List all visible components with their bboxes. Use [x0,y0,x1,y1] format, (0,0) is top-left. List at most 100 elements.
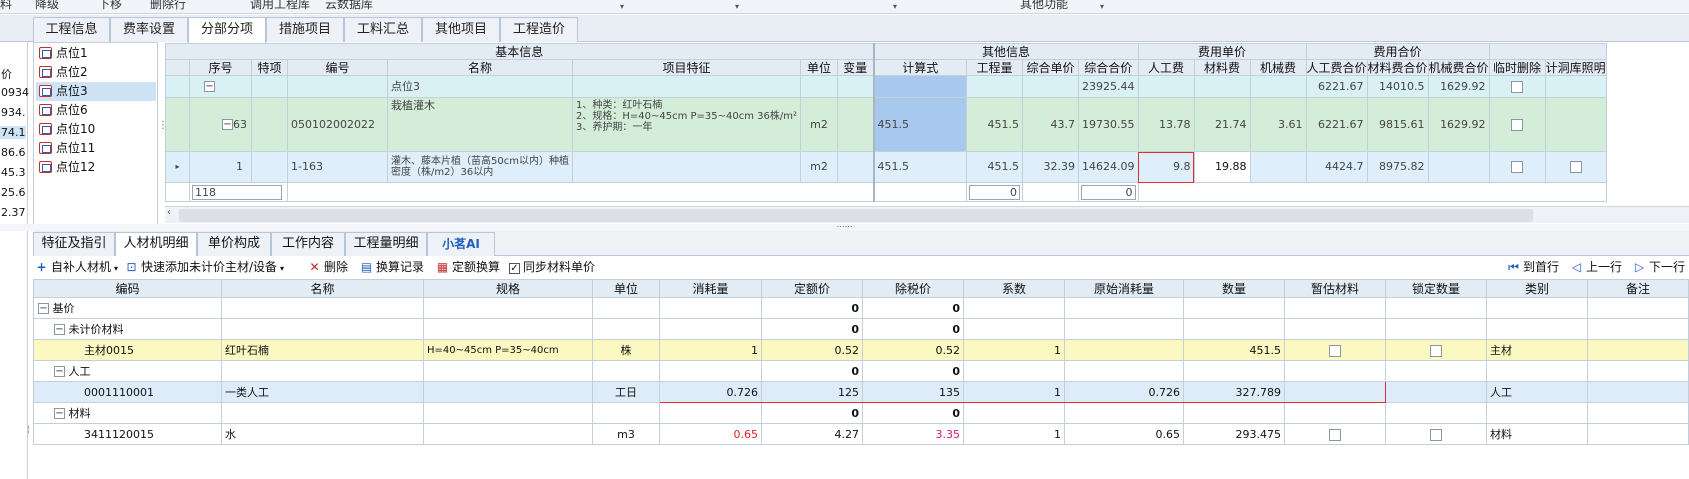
tree-item-selected[interactable]: 点位3 [36,82,156,101]
collapse-icon[interactable]: − [54,324,65,335]
chevron-down-icon[interactable]: ▾ [893,2,897,11]
quota-convert-button[interactable]: ▦ 定额换算 [436,258,500,276]
consume-cell[interactable]: 1 [659,339,762,361]
quota-cell[interactable]: 125 [761,381,863,403]
table-row-item[interactable]: −63 050102002022 栽植灌木 1、种类：红叶石楠 2、规格：H=4… [165,97,1607,152]
code-cell[interactable]: 050102002022 [287,97,388,152]
col-header-lock-quantity[interactable]: 锁定数量 [1385,279,1487,298]
table-row-material[interactable]: 主材0015 红叶石楠 H=40~45cm P=35~40cm 株 1 0.52… [33,339,1689,361]
first-row-button[interactable]: ⏮ 到首行 [1507,258,1559,276]
cat-cell[interactable]: 主材 [1486,339,1588,361]
remark-cell[interactable] [1587,423,1689,445]
col-header-spec[interactable]: 规格 [423,279,593,298]
col-header-variable[interactable]: 变量 [837,59,875,76]
tree-item[interactable]: 点位11 [36,139,156,158]
col-header-unit-price[interactable]: 综合单价 [1022,59,1080,76]
consume-cell[interactable]: 0.726 [659,381,762,403]
tab-unit-price-composition[interactable]: 单价构成 [197,232,271,256]
consume-cell[interactable]: 0.65 [659,423,762,445]
tree-item[interactable]: 点位1 [36,44,156,63]
collapse-icon[interactable]: − [54,366,65,377]
tab-rate-settings[interactable]: 费率设置 [110,17,188,42]
feature-cell[interactable]: 1、种类：红叶石楠 2、规格：H=40~45cm P=35~40cm 36株/m… [571,97,802,152]
remark-cell[interactable] [1587,381,1689,403]
quota-cell[interactable]: 4.27 [761,423,863,445]
col-header-temp-delete[interactable]: 临时删除 [1488,59,1546,76]
tab-work-content[interactable]: 工作内容 [271,232,345,256]
col-header-special[interactable]: 特项 [251,59,288,76]
tab-ai-assistant[interactable]: 小茗AI [427,232,495,256]
col-header-quantity[interactable]: 数量 [1183,279,1285,298]
convert-record-button[interactable]: ▤ 换算记录 [360,258,424,276]
tab-material-summary[interactable]: 工料汇总 [344,17,422,42]
estimated-material-checkbox[interactable] [1329,428,1341,441]
tab-project-cost[interactable]: 工程造价 [500,17,578,42]
col-header-original-consumption[interactable]: 原始消耗量 [1064,279,1184,298]
summary-total-field[interactable]: 0 [1081,184,1136,200]
unit-cell[interactable]: m2 [800,97,839,152]
col-header-tunnel-lighting[interactable]: 计洞库照明 [1544,59,1607,76]
temp-delete-checkbox[interactable] [1511,118,1524,131]
name-cell[interactable]: 一类人工 [221,381,424,403]
toolbar-item-delete-row[interactable]: 删除行 [150,0,186,12]
notax-cell[interactable]: 135 [862,381,964,403]
spec-cell[interactable] [423,381,593,403]
collapse-icon[interactable]: − [222,119,233,130]
col-header-consumption[interactable]: 消耗量 [659,279,762,298]
name-cell[interactable]: 灌木、藤本片植（苗高50cm以内）种植密度（株/m2）36以内 [387,151,573,183]
quota-cell[interactable]: 0.52 [761,339,863,361]
sync-price-checkbox[interactable]: ✓ 同步材料单价 [509,258,595,276]
coef-cell[interactable]: 1 [963,423,1065,445]
add-material-button[interactable]: + 自补人材机 ▾ [35,258,118,276]
scrollbar-thumb[interactable] [179,209,1533,222]
toolbar-item-move-down[interactable]: 下移 [98,0,122,12]
col-header-material-total[interactable]: 材料费合价 [1366,59,1429,76]
col-header-total-price[interactable]: 综合合价 [1078,59,1139,76]
cat-cell[interactable]: 材料 [1486,423,1588,445]
col-header-labor-total[interactable]: 人工费合价 [1305,59,1368,76]
toolbar-item-cloud-db[interactable]: 云数据库 [325,0,373,12]
name-cell[interactable]: 栽植灌木 [387,97,573,152]
table-row-group[interactable]: − 人工 0 0 [33,360,1689,382]
formula-cell[interactable]: 451.5 [872,151,968,183]
col-header-code[interactable]: 编号 [287,59,388,76]
summary-seq-field[interactable]: 118 [192,184,282,200]
quick-add-button[interactable]: ⊡ 快速添加未计价主材/设备 ▾ [125,258,284,276]
cat-cell[interactable]: 人工 [1486,381,1588,403]
temp-delete-checkbox[interactable] [1511,80,1524,93]
toolbar-item-material[interactable]: 料 [0,0,12,12]
remark-cell[interactable] [1587,339,1689,361]
notax-cell[interactable]: 3.35 [862,423,964,445]
table-row-material[interactable]: 3411120015 水 m3 0.65 4.27 3.35 1 0.65 29… [33,423,1689,445]
chevron-down-icon[interactable]: ▾ [735,2,739,11]
unit-cell[interactable]: 株 [592,339,660,361]
col-header-quantity[interactable]: 工程量 [966,59,1024,76]
table-row-group[interactable]: − 材料 0 0 [33,402,1689,424]
tab-features-guide[interactable]: 特征及指引 [33,232,115,256]
code-cell[interactable]: 3411120015 [33,423,222,445]
tab-other-items[interactable]: 其他项目 [422,17,500,42]
code-cell[interactable]: 主材0015 [33,339,222,361]
col-header-remark[interactable]: 备注 [1587,279,1689,298]
tunnel-lighting-checkbox[interactable] [1569,161,1582,173]
scroll-left-icon[interactable]: ‹ [167,207,171,218]
tab-quantity-detail[interactable]: 工程量明细 [345,232,427,256]
splitter-handle-icon[interactable]: ⋮ [158,120,168,150]
lock-quantity-checkbox[interactable] [1430,344,1442,357]
qty-cell[interactable]: 451.5 [966,97,1024,152]
col-header-machine[interactable]: 机械费 [1249,59,1307,76]
col-header-material[interactable]: 材料费 [1193,59,1251,76]
name-cell[interactable]: 红叶石楠 [221,339,424,361]
col-header-unit[interactable]: 单位 [592,279,660,298]
horizontal-scrollbar[interactable]: ‹ [165,206,1689,223]
table-row-group[interactable]: − 基价 0 0 [33,297,1689,319]
table-row-subitem[interactable]: ▸ 1 1-163 灌木、藤本片植（苗高50cm以内）种植密度（株/m2）36以… [165,151,1607,183]
collapse-icon[interactable]: − [54,408,65,419]
col-header-machine-total[interactable]: 机械费合价 [1427,59,1490,76]
col-header-seq[interactable]: 序号 [189,59,252,76]
col-header-quota-price[interactable]: 定额价 [761,279,863,298]
chevron-down-icon[interactable]: ▾ [620,2,624,11]
col-header-feature[interactable]: 项目特征 [571,59,802,76]
temp-delete-checkbox[interactable] [1511,161,1524,173]
tab-measures[interactable]: 措施项目 [266,17,344,42]
